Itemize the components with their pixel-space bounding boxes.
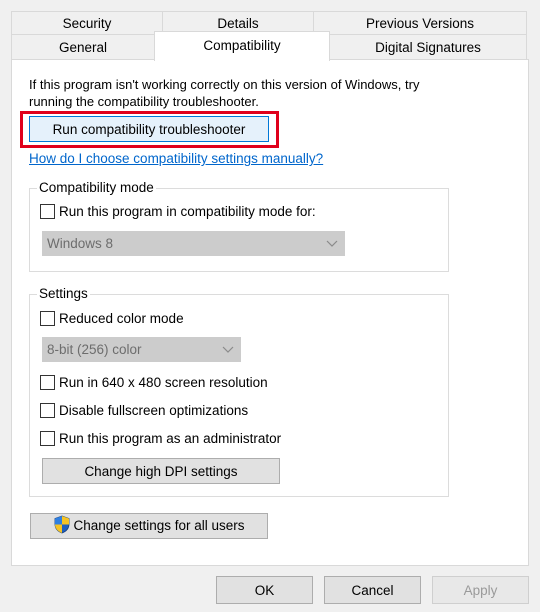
compat-mode-checkbox[interactable] (40, 204, 55, 219)
settings-legend: Settings (37, 286, 90, 301)
intro-text: If this program isn't working correctly … (29, 77, 420, 109)
color-mode-select-value: 8-bit (256) color (47, 342, 142, 357)
run-troubleshooter-button[interactable]: Run compatibility troubleshooter (29, 116, 269, 142)
compat-mode-select: Windows 8 (42, 231, 345, 256)
chevron-down-icon (326, 232, 338, 262)
fullscreen-label: Disable fullscreen optimizations (59, 403, 249, 418)
change-all-users-label: Change settings for all users (73, 518, 245, 533)
tab-general[interactable]: General (11, 34, 155, 60)
compat-mode-checkbox-row[interactable]: Run this program in compatibility mode f… (40, 203, 316, 221)
fullscreen-checkbox[interactable] (40, 403, 55, 418)
resolution-checkbox[interactable] (40, 375, 55, 390)
admin-checkbox-row[interactable]: Run this program as an administrator (40, 430, 281, 448)
reduced-color-checkbox[interactable] (40, 311, 55, 326)
compat-mode-checkbox-label: Run this program in compatibility mode f… (59, 204, 316, 219)
compatibility-mode-group: Compatibility mode Run this program in c… (29, 180, 449, 272)
color-mode-select: 8-bit (256) color (42, 337, 241, 362)
uac-shield-icon (53, 515, 71, 542)
reduced-color-checkbox-row[interactable]: Reduced color mode (40, 310, 184, 328)
settings-group: Settings Reduced color mode 8-bit (256) … (29, 286, 449, 497)
resolution-label: Run in 640 x 480 screen resolution (59, 375, 268, 390)
change-all-users-button[interactable]: Change settings for all users (30, 513, 268, 539)
apply-button[interactable]: Apply (432, 576, 529, 604)
ok-button[interactable]: OK (216, 576, 313, 604)
resolution-checkbox-row[interactable]: Run in 640 x 480 screen resolution (40, 374, 268, 392)
tab-digital-signatures[interactable]: Digital Signatures (329, 34, 527, 60)
tab-previous-versions[interactable]: Previous Versions (313, 11, 527, 35)
compat-mode-select-value: Windows 8 (47, 236, 114, 251)
admin-label: Run this program as an administrator (59, 431, 282, 446)
compatibility-mode-legend: Compatibility mode (37, 180, 156, 195)
tab-security[interactable]: Security (11, 11, 163, 35)
reduced-color-label: Reduced color mode (59, 311, 184, 326)
fullscreen-checkbox-row[interactable]: Disable fullscreen optimizations (40, 402, 248, 420)
change-dpi-button[interactable]: Change high DPI settings (42, 458, 280, 484)
chevron-down-icon (222, 338, 234, 368)
compatibility-panel: If this program isn't working correctly … (11, 59, 529, 566)
cancel-button[interactable]: Cancel (324, 576, 421, 604)
tab-compatibility[interactable]: Compatibility (154, 31, 330, 61)
admin-checkbox[interactable] (40, 431, 55, 446)
manual-settings-link[interactable]: How do I choose compatibility settings m… (29, 151, 323, 166)
